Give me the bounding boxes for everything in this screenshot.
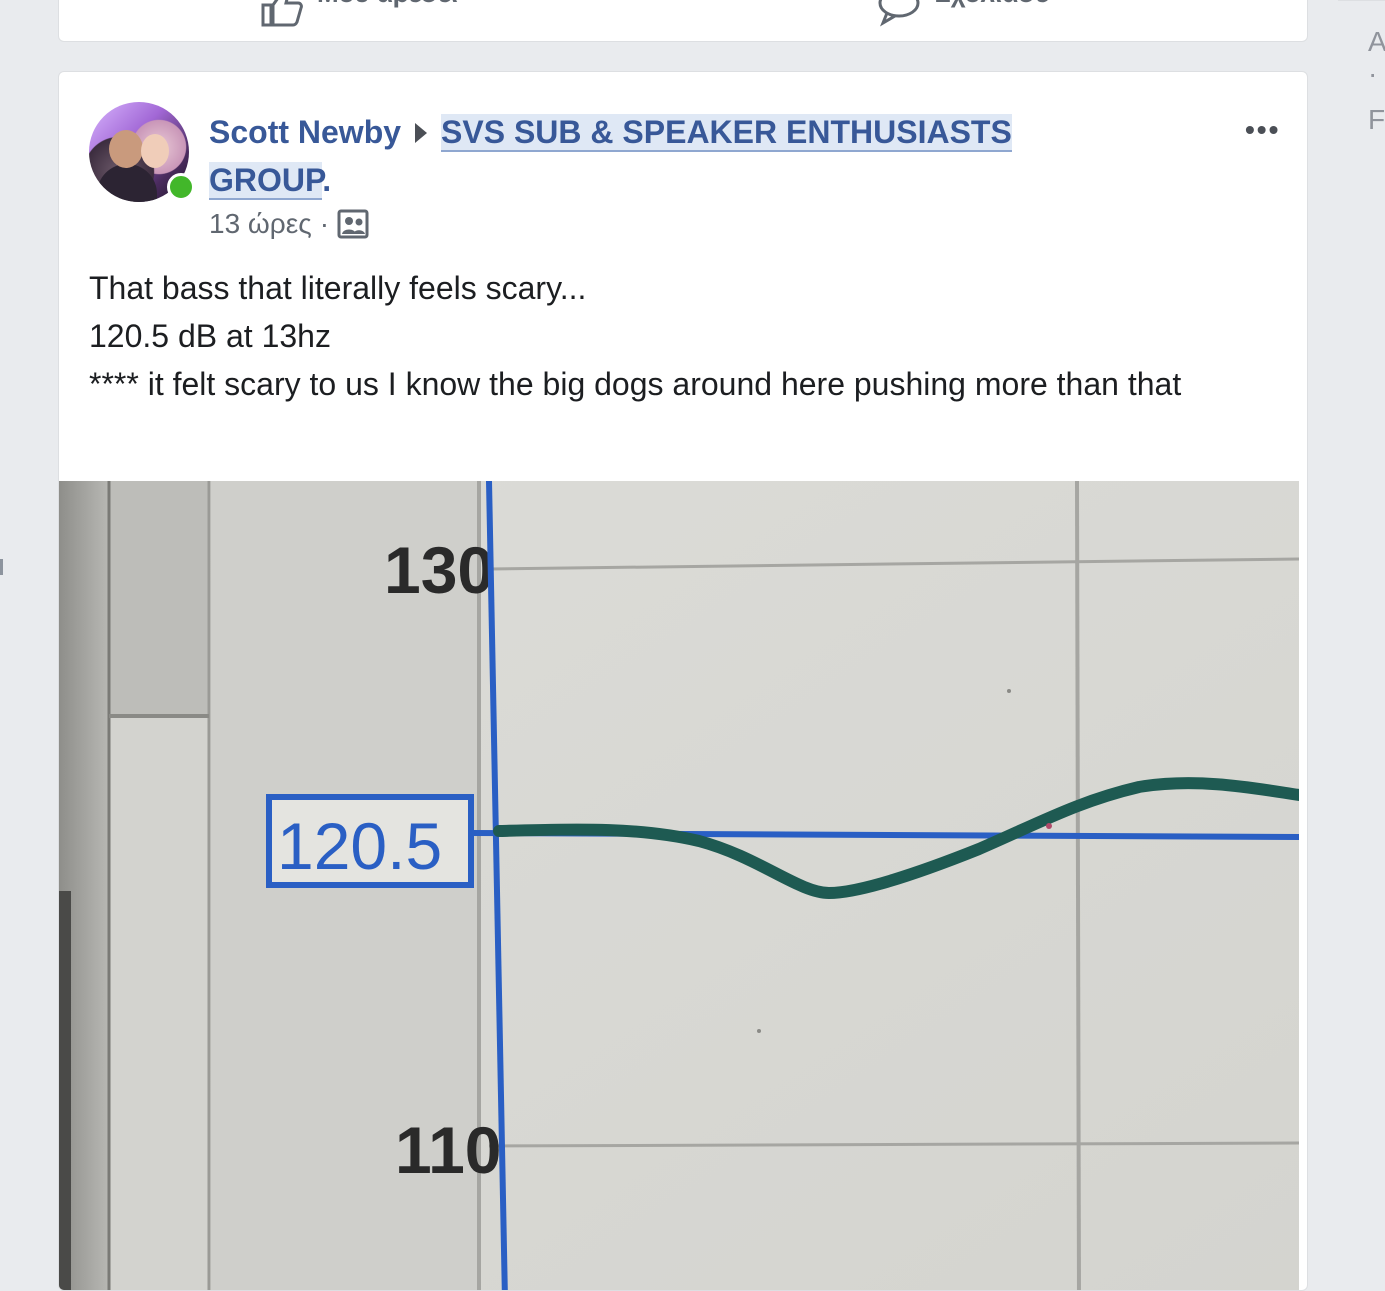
- post-photo[interactable]: 130 110 120.5: [59, 481, 1299, 1290]
- y-tick-130: 130: [384, 533, 494, 607]
- comment-button[interactable]: Σχολίασε: [877, 0, 1048, 27]
- thumbs-up-icon: [261, 0, 303, 27]
- y-tick-110: 110: [395, 1113, 501, 1187]
- right-column-text-fragment[interactable]: F: [1368, 104, 1385, 136]
- post-message-line: **** it felt scary to us I know the big …: [89, 366, 1182, 402]
- spl-graph-photo: 130 110 120.5: [59, 481, 1299, 1290]
- post-message-line: 120.5 dB at 13hz: [89, 318, 331, 354]
- post-options-button[interactable]: •••: [1245, 114, 1280, 146]
- like-button[interactable]: Μου αρέσει: [259, 0, 458, 27]
- group-suffix: .: [322, 162, 332, 198]
- left-column-edge-fragment: [0, 559, 3, 575]
- right-column-text-fragment: A: [1368, 26, 1385, 57]
- shared-to-arrow-icon: [415, 122, 428, 143]
- group-members-icon[interactable]: [337, 209, 369, 239]
- author-name-link[interactable]: Scott Newby: [209, 114, 401, 150]
- meta-separator: ·: [319, 208, 330, 239]
- previous-post-card: Μου αρέσει Σχολίασε: [58, 0, 1308, 42]
- right-column-divider: [1338, 0, 1385, 1]
- post-card: Scott Newby SVS SUB & SPEAKER ENTHUSIASTS…: [58, 71, 1308, 1291]
- post-meta: 13 ώρες ·: [209, 208, 369, 240]
- post-timestamp[interactable]: 13 ώρες: [209, 208, 312, 240]
- comment-label: Σχολίασε: [935, 0, 1048, 9]
- right-column-text-fragment: ·: [1368, 58, 1378, 89]
- post-header: Scott Newby SVS SUB & SPEAKER ENTHUSIASTS…: [209, 108, 1129, 204]
- online-status-indicator: [167, 173, 195, 201]
- readout-value: 120.5: [277, 809, 442, 883]
- comment-bubble-icon: [878, 0, 920, 27]
- post-message-line: That bass that literally feels scary...: [89, 270, 587, 306]
- like-label: Μου αρέσει: [317, 0, 458, 9]
- post-message: That bass that literally feels scary... …: [89, 264, 1269, 408]
